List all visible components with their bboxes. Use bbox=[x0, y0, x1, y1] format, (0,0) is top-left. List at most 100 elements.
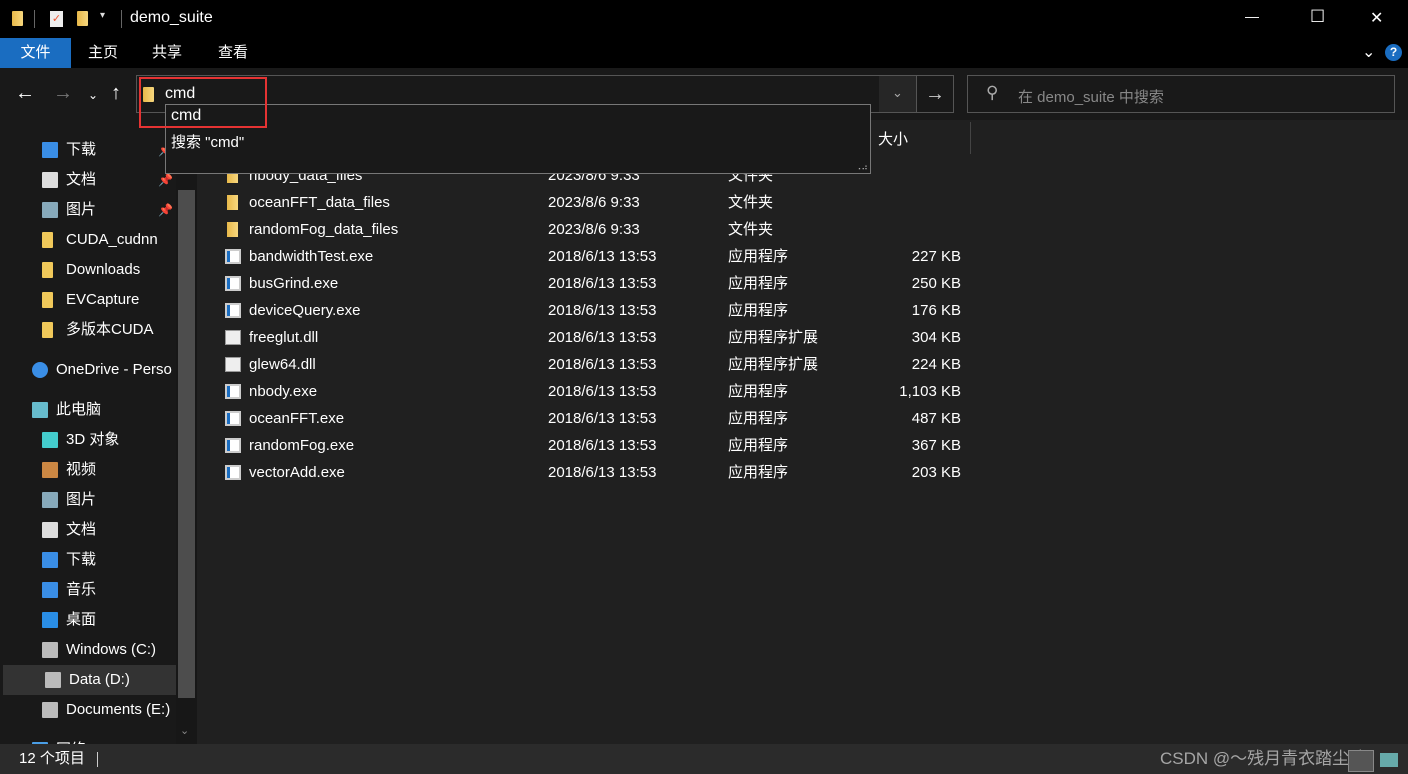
search-box[interactable]: ⚲ 在 demo_suite 中搜索 bbox=[967, 75, 1395, 113]
sidebar-item[interactable]: Documents (E:) bbox=[0, 695, 176, 725]
item-count: 12 个项目 bbox=[19, 750, 85, 767]
file-size: 203 KB bbox=[911, 464, 961, 481]
watermark: CSDN @～残月青衣踏尘吟 bbox=[1160, 749, 1367, 768]
file-row[interactable]: vectorAdd.exe 2018/6/13 13:53 应用程序 203 K… bbox=[199, 459, 999, 486]
tab-share[interactable]: 共享 bbox=[144, 38, 190, 68]
suggestion-item[interactable]: 搜索 "cmd" bbox=[171, 131, 244, 152]
sidebar-item[interactable]: 图片 📌 bbox=[0, 195, 176, 225]
sidebar-item[interactable]: EVCapture bbox=[0, 285, 176, 315]
maximize-button[interactable]: ☐ bbox=[1310, 7, 1325, 27]
file-row[interactable]: freeglut.dll 2018/6/13 13:53 应用程序扩展 304 … bbox=[199, 324, 999, 351]
help-icon[interactable]: ? bbox=[1385, 44, 1402, 61]
file-date: 2023/8/6 9:33 bbox=[548, 221, 640, 238]
sidebar-item[interactable]: 桌面 bbox=[0, 605, 176, 635]
address-history-dropdown[interactable]: ⌄ bbox=[879, 76, 916, 112]
file-size: 224 KB bbox=[911, 356, 961, 373]
properties-icon[interactable]: ✓ bbox=[50, 11, 63, 27]
sidebar-item[interactable]: 文档 📌 bbox=[0, 165, 176, 195]
sidebar-scroll-thumb[interactable] bbox=[178, 190, 195, 698]
file-row[interactable]: nbody.exe 2018/6/13 13:53 应用程序 1,103 KB bbox=[199, 378, 999, 405]
file-row[interactable]: deviceQuery.exe 2018/6/13 13:53 应用程序 176… bbox=[199, 297, 999, 324]
file-type: 应用程序 bbox=[728, 383, 789, 400]
sidebar-item-label: 视频 bbox=[66, 461, 97, 478]
navigation-pane: 下载📌文档📌 图片 📌CUDA_cudnn Downloads EVCapture 多版本… bbox=[0, 120, 197, 744]
sidebar-item[interactable]: Downloads bbox=[0, 255, 176, 285]
up-button[interactable]: ↑ bbox=[111, 82, 121, 105]
sidebar-item[interactable]: 此电脑 bbox=[0, 395, 176, 425]
file-type: 应用程序 bbox=[728, 248, 789, 265]
resize-grip-icon[interactable]: ⠠⠴ bbox=[855, 162, 868, 173]
file-date: 2023/8/6 9:33 bbox=[548, 194, 640, 211]
sidebar-item[interactable]: 下载 bbox=[0, 545, 176, 575]
window-title: demo_suite bbox=[130, 9, 213, 26]
folder-icon bbox=[227, 195, 238, 210]
sidebar-item-label: OneDrive - Perso bbox=[56, 361, 172, 378]
sidebar-item[interactable]: 视频 bbox=[0, 455, 176, 485]
sidebar-item[interactable]: OneDrive - Perso bbox=[0, 355, 176, 385]
sidebar-item[interactable]: 音乐 bbox=[0, 575, 176, 605]
computer-icon bbox=[32, 402, 48, 418]
drive-icon bbox=[42, 702, 58, 718]
sidebar-item[interactable]: 网络 bbox=[0, 735, 176, 744]
sidebar-item[interactable]: 文档 bbox=[0, 515, 176, 545]
recent-locations-icon[interactable]: ⌄ bbox=[88, 88, 98, 102]
sidebar-item[interactable]: Data (D:) bbox=[3, 665, 179, 695]
sidebar-item-label: 下载 bbox=[66, 141, 97, 158]
sidebar-item-label: 网络 bbox=[56, 735, 86, 744]
file-row[interactable]: randomFog.exe 2018/6/13 13:53 应用程序 367 K… bbox=[199, 432, 999, 459]
expand-ribbon-icon[interactable]: ⌄ bbox=[1362, 42, 1375, 62]
sidebar-item-label: Documents (E:) bbox=[66, 701, 171, 718]
search-icon: ⚲ bbox=[986, 83, 999, 102]
tab-home[interactable]: 主页 bbox=[80, 38, 126, 68]
file-size: 176 KB bbox=[911, 302, 961, 319]
sidebar-item-label: EVCapture bbox=[66, 291, 140, 308]
file-name: freeglut.dll bbox=[249, 329, 319, 346]
column-header-size[interactable]: 大小 bbox=[878, 128, 908, 149]
file-name: glew64.dll bbox=[249, 356, 316, 373]
sidebar-item-label: Windows (C:) bbox=[66, 641, 157, 658]
new-folder-icon[interactable] bbox=[77, 11, 88, 26]
file-date: 2018/6/13 13:53 bbox=[548, 356, 657, 373]
details-view-button[interactable] bbox=[1348, 750, 1374, 772]
minimize-button[interactable]: — bbox=[1245, 8, 1259, 24]
close-button[interactable]: ✕ bbox=[1370, 8, 1383, 28]
sidebar-item[interactable]: CUDA_cudnn bbox=[0, 225, 176, 255]
search-input[interactable]: 在 demo_suite 中搜索 bbox=[1018, 86, 1164, 107]
large-icons-view-button[interactable] bbox=[1380, 753, 1398, 767]
go-button[interactable]: → bbox=[916, 75, 954, 113]
sidebar-item-label: 图片 bbox=[66, 201, 97, 218]
scroll-down-icon[interactable]: ⌄ bbox=[180, 724, 189, 737]
divider bbox=[121, 10, 122, 28]
file-row[interactable]: busGrind.exe 2018/6/13 13:53 应用程序 250 KB bbox=[199, 270, 999, 297]
file-date: 2018/6/13 13:53 bbox=[548, 275, 657, 292]
exe-icon bbox=[225, 276, 241, 291]
back-button[interactable]: ← bbox=[15, 82, 35, 105]
document-icon bbox=[42, 522, 58, 538]
file-row[interactable]: bandwidthTest.exe 2018/6/13 13:53 应用程序 2… bbox=[199, 243, 999, 270]
sidebar-item[interactable]: 下载📌 bbox=[0, 135, 176, 165]
forward-button[interactable]: → bbox=[53, 82, 73, 105]
column-divider[interactable] bbox=[970, 122, 971, 154]
sidebar-item[interactable]: 3D 对象 bbox=[0, 425, 176, 455]
file-row[interactable]: oceanFFT_data_files 2023/8/6 9:33 文件夹 bbox=[199, 189, 999, 216]
file-type: 应用程序 bbox=[728, 275, 789, 292]
quick-access-dropdown-icon[interactable]: ▾ bbox=[100, 10, 105, 21]
file-name: randomFog.exe bbox=[249, 437, 355, 454]
sidebar-item[interactable]: 多版本CUDA bbox=[0, 315, 176, 345]
sidebar-item[interactable]: 图片 bbox=[0, 485, 176, 515]
exe-icon bbox=[225, 249, 241, 264]
tab-file[interactable]: 文件 bbox=[0, 38, 71, 68]
dll-icon bbox=[225, 357, 241, 372]
sidebar-item[interactable]: Windows (C:) bbox=[0, 635, 176, 665]
desktop-icon bbox=[42, 612, 58, 628]
exe-icon bbox=[225, 384, 241, 399]
folder-icon bbox=[42, 262, 53, 278]
file-row[interactable]: glew64.dll 2018/6/13 13:53 应用程序扩展 224 KB bbox=[199, 351, 999, 378]
exe-icon bbox=[225, 465, 241, 480]
file-row[interactable]: oceanFFT.exe 2018/6/13 13:53 应用程序 487 KB bbox=[199, 405, 999, 432]
file-row[interactable]: randomFog_data_files 2023/8/6 9:33 文件夹 bbox=[199, 216, 999, 243]
tab-view[interactable]: 查看 bbox=[210, 38, 256, 68]
dll-icon bbox=[225, 330, 241, 345]
file-type: 应用程序 bbox=[728, 302, 789, 319]
autocomplete-dropdown: cmd 搜索 "cmd" ⠠⠴ bbox=[165, 104, 871, 174]
